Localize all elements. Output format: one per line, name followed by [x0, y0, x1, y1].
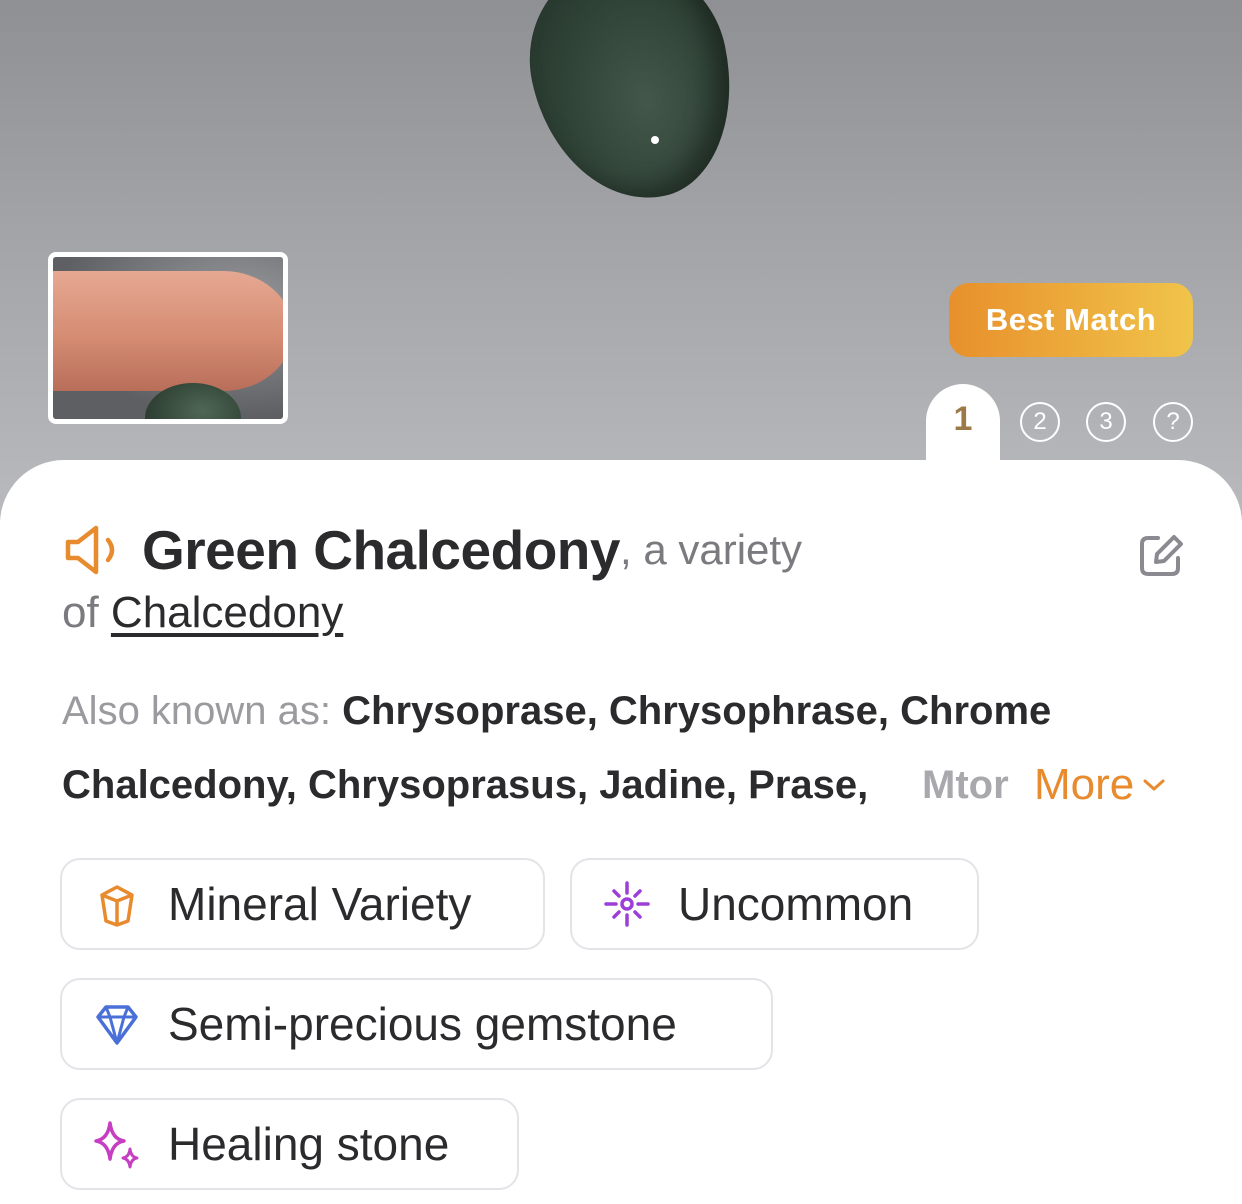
diamond-icon — [96, 1005, 138, 1045]
parent-line: of Chalcedony — [62, 578, 343, 648]
tag-healing-stone[interactable]: Healing stone — [60, 1098, 519, 1190]
specimen-stone — [511, 0, 753, 218]
tag-uncommon[interactable]: Uncommon — [570, 858, 979, 950]
sparkles-icon — [94, 1121, 139, 1169]
result-title: Green Chalcedony , a variety — [62, 512, 1142, 588]
finger-image — [53, 271, 283, 391]
of-text: of — [62, 588, 111, 637]
sparkle-burst-icon — [604, 881, 650, 927]
variety-text: , a variety — [619, 526, 803, 573]
tag-label: Mineral Variety — [168, 878, 472, 930]
more-label: More — [1034, 760, 1135, 809]
more-button[interactable]: More — [1032, 748, 1167, 822]
tag-mineral-variety[interactable]: Mineral Variety — [60, 858, 545, 950]
tag-label: Semi-precious gemstone — [168, 998, 677, 1050]
tag-label: Uncommon — [678, 878, 914, 930]
best-match-badge: Best Match — [949, 283, 1193, 357]
chevron-down-icon — [1143, 779, 1165, 791]
speaker-icon[interactable] — [62, 522, 128, 578]
original-photo-thumbnail[interactable] — [48, 252, 288, 424]
light-glint — [651, 136, 659, 144]
aka-truncated-text: Mtor — [922, 748, 1032, 822]
result-tab-3[interactable]: 3 — [1086, 402, 1126, 442]
result-tab-help[interactable]: ? — [1153, 402, 1193, 442]
aka-label: Also known as: — [62, 689, 343, 733]
parent-species-link[interactable]: Chalcedony — [111, 588, 343, 637]
result-tab-1[interactable]: 1 — [926, 384, 1000, 474]
crystal-icon — [100, 885, 134, 927]
tag-label: Healing stone — [168, 1118, 450, 1170]
result-tab-2[interactable]: 2 — [1020, 402, 1060, 442]
tag-semi-precious-gemstone[interactable]: Semi-precious gemstone — [60, 978, 773, 1070]
edit-icon[interactable] — [1136, 530, 1186, 580]
species-name: Green Chalcedony — [142, 519, 620, 581]
